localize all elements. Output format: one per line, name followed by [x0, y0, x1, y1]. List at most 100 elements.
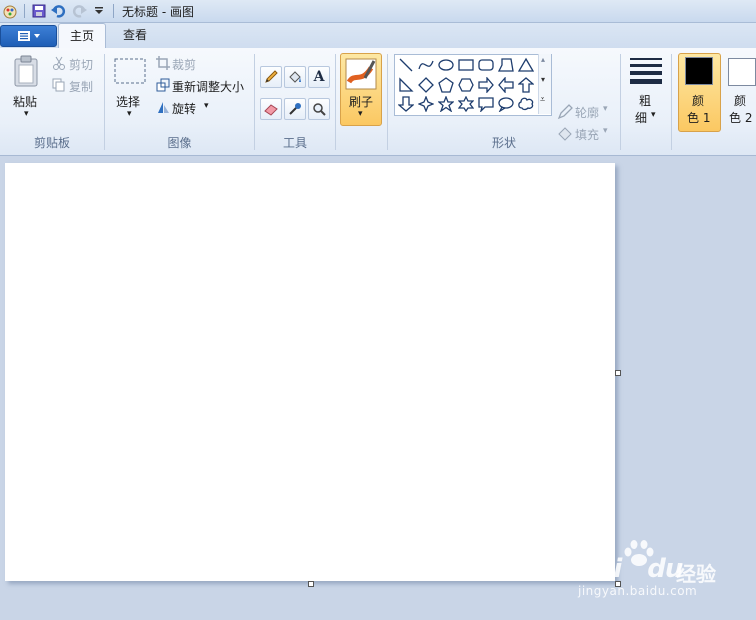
fill-bucket-icon[interactable]	[284, 66, 306, 88]
shape-up-arrow-icon[interactable]	[517, 76, 535, 94]
color1-swatch	[685, 57, 713, 85]
shape-curve-icon[interactable]	[417, 56, 435, 74]
image-group-label: 图像	[167, 136, 192, 150]
paint-menu-button[interactable]	[0, 25, 57, 47]
brush-icon	[344, 57, 378, 91]
resize-handle-right[interactable]	[615, 370, 621, 376]
chevron-down-icon[interactable]: ▾	[24, 109, 29, 119]
tools-group-label: 工具	[282, 136, 307, 150]
text-icon[interactable]: A	[308, 66, 330, 88]
separator	[620, 54, 621, 150]
rotate-button[interactable]: 旋转	[172, 100, 196, 117]
shape-rounded-rectangle-icon[interactable]	[477, 56, 495, 74]
select-icon[interactable]	[114, 58, 146, 84]
redo-icon[interactable]	[70, 2, 88, 20]
resize-handle-bottom[interactable]	[308, 581, 314, 587]
chevron-down-icon[interactable]: ▾	[204, 101, 209, 111]
separator	[335, 54, 336, 150]
shape-five-point-star-icon[interactable]	[437, 95, 455, 113]
brush-label: 刷子	[349, 95, 374, 109]
paste-button[interactable]: 粘贴	[13, 93, 37, 110]
size-icon[interactable]	[628, 56, 664, 84]
shape-right-triangle-icon[interactable]	[397, 76, 415, 94]
fill-button[interactable]: 填充	[575, 126, 599, 143]
copy-icon	[52, 78, 66, 92]
shape-cloud-callout-icon[interactable]	[517, 95, 535, 113]
crop-button[interactable]: 裁剪	[172, 56, 196, 73]
shape-oval-icon[interactable]	[437, 56, 455, 74]
shape-oval-callout-icon[interactable]	[497, 95, 515, 113]
shape-left-arrow-icon[interactable]	[497, 76, 515, 94]
outline-icon	[557, 104, 573, 120]
customize-toolbar-icon[interactable]	[90, 2, 108, 20]
scissors-icon	[52, 56, 66, 70]
copy-button[interactable]: 复制	[69, 78, 93, 95]
shape-triangle-icon[interactable]	[517, 56, 535, 74]
ribbon: 粘贴 ▾ 剪切 复制 剪贴板 选择 ▾ 裁剪 重新调整大小 旋转 ▾ 图像 A …	[0, 48, 756, 156]
crop-icon	[156, 56, 170, 70]
clipboard-group-label: 剪贴板	[33, 136, 70, 150]
shape-down-arrow-icon[interactable]	[397, 95, 415, 113]
text-glyph: A	[313, 69, 325, 85]
shape-rect-callout-icon[interactable]	[477, 95, 495, 113]
shape-rectangle-icon[interactable]	[457, 56, 475, 74]
tab-view[interactable]: 查看	[112, 23, 158, 48]
baidu-watermark: Bai du 经验 jingyan.baidu.com	[578, 540, 756, 610]
shape-right-arrow-icon[interactable]	[477, 76, 495, 94]
chevron-down-icon[interactable]: ▾	[603, 126, 608, 136]
watermark-url: jingyan.baidu.com	[578, 584, 698, 598]
color2-label-bottom[interactable]: 色 2	[729, 109, 752, 126]
size-label-top[interactable]: 粗	[639, 92, 651, 109]
undo-icon[interactable]	[50, 2, 68, 20]
shapes-gallery	[394, 54, 552, 116]
shape-polygon-icon[interactable]	[497, 56, 515, 74]
eraser-icon[interactable]	[260, 98, 282, 120]
chevron-down-icon[interactable]: ▾	[603, 104, 608, 114]
ribbon-tab-row: 主页 查看	[0, 23, 756, 49]
window-title: 无标题 - 画图	[122, 4, 194, 19]
pencil-icon[interactable]	[260, 66, 282, 88]
resize-icon	[156, 78, 170, 92]
watermark-brand: Bai	[578, 554, 622, 584]
watermark-cn: 经验	[676, 562, 716, 586]
quick-access-toolbar	[0, 0, 118, 22]
select-button[interactable]: 选择	[116, 93, 140, 110]
resize-button[interactable]: 重新调整大小	[172, 78, 244, 95]
magnifier-icon[interactable]	[308, 98, 330, 120]
shape-hexagon-icon[interactable]	[457, 76, 475, 94]
brush-button[interactable]: 刷子 ▾	[340, 53, 382, 126]
drawing-canvas[interactable]	[5, 163, 615, 581]
title-bar: 无标题 - 画图	[0, 0, 756, 23]
gallery-expand-icon[interactable]: ⩡	[540, 95, 545, 105]
cut-button[interactable]: 剪切	[69, 56, 93, 73]
shape-diamond-icon[interactable]	[417, 76, 435, 94]
paste-icon[interactable]	[12, 54, 40, 88]
tab-home[interactable]: 主页	[58, 23, 107, 49]
scroll-down-icon[interactable]: ▾	[541, 75, 545, 84]
shape-line-icon[interactable]	[397, 56, 415, 74]
paint-app-icon[interactable]	[1, 2, 19, 20]
color-picker-icon[interactable]	[284, 98, 306, 120]
rotate-icon	[156, 100, 170, 114]
clipboard-group: 粘贴 ▾ 剪切 复制 剪贴板	[0, 48, 104, 155]
separator	[671, 54, 672, 150]
shapes-gallery-scrollbar[interactable]: ▴ ▾ ⩡	[538, 54, 551, 114]
shape-four-point-star-icon[interactable]	[417, 95, 435, 113]
color2-label-top[interactable]: 颜	[734, 92, 746, 109]
color1-button[interactable]: 颜 色 1	[678, 53, 721, 132]
outline-button[interactable]: 轮廓	[575, 104, 599, 121]
chevron-down-icon: ▾	[358, 109, 363, 119]
chevron-down-icon[interactable]: ▾	[127, 109, 132, 119]
tools-group: A 工具	[255, 48, 335, 155]
save-icon[interactable]	[30, 2, 48, 20]
size-label-bottom[interactable]: 细	[635, 109, 647, 126]
shape-six-point-star-icon[interactable]	[457, 95, 475, 113]
image-group: 选择 ▾ 裁剪 重新调整大小 旋转 ▾ 图像	[105, 48, 254, 155]
separator	[113, 4, 114, 18]
shape-pentagon-icon[interactable]	[437, 76, 455, 94]
fill-icon	[557, 126, 573, 142]
chevron-down-icon[interactable]: ▾	[651, 110, 656, 120]
scroll-up-icon[interactable]: ▴	[541, 55, 545, 64]
color1-label-top: 颜	[692, 94, 705, 108]
color2-swatch[interactable]	[728, 58, 756, 86]
